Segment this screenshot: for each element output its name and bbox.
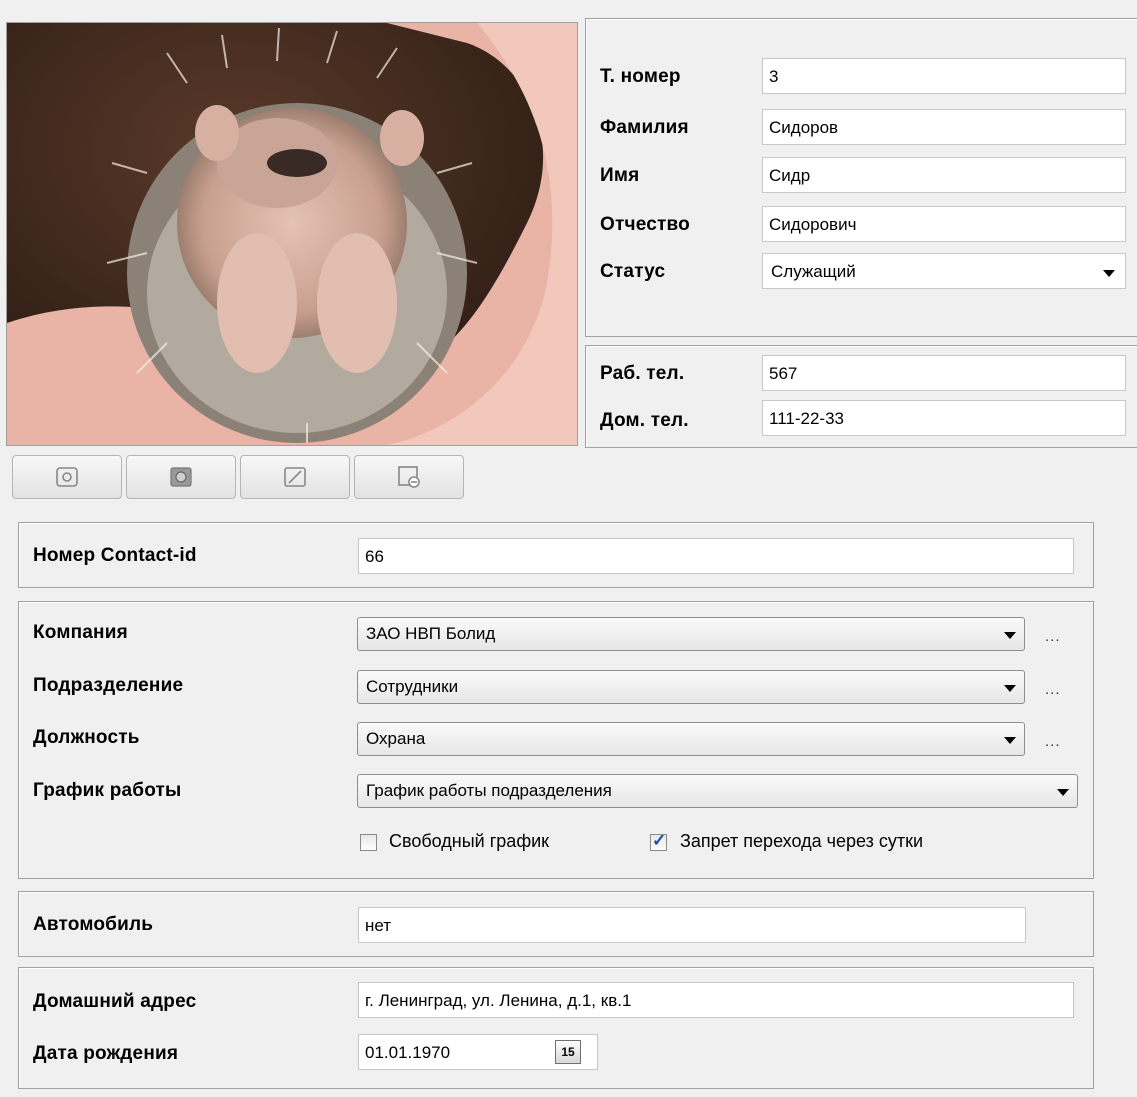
first-name-label: Имя [600,165,640,186]
department-label: Подразделение [33,675,184,696]
position-value: Охрана [366,729,426,748]
company-select[interactable]: ЗАО НВП Болид [357,617,1025,651]
contact-id-field[interactable]: 66 [358,538,1074,574]
department-select[interactable]: Сотрудники [357,670,1025,704]
home-phone-label: Дом. тел. [600,410,689,431]
car-field[interactable]: нет [358,907,1026,943]
chevron-down-icon [1057,789,1069,796]
schedule-select[interactable]: График работы подразделения [357,774,1078,808]
photo-clear-button[interactable] [354,455,464,499]
car-label: Автомобиль [33,914,154,935]
status-value: Служащий [771,262,856,281]
schedule-value: График работы подразделения [366,781,612,800]
chevron-down-icon [1103,270,1115,277]
status-label: Статус [600,261,666,282]
position-more-button[interactable]: ... [1045,733,1061,750]
patronymic-label: Отчество [600,214,690,235]
birth-date-value: 01.01.1970 [365,1043,451,1062]
calendar-icon[interactable]: 15 [555,1040,581,1064]
employee-photo [6,22,578,446]
photo-open-button[interactable] [12,455,122,499]
contact-id-label: Номер Contact-id [33,545,197,566]
company-value: ЗАО НВП Болид [366,624,496,643]
chevron-down-icon [1004,632,1016,639]
patronymic-field[interactable]: Сидорович [762,206,1126,242]
first-name-field[interactable]: Сидр [762,157,1126,193]
company-more-button[interactable]: ... [1045,628,1061,645]
home-phone-field[interactable]: 111-22-33 [762,400,1126,436]
tab-number-label: Т. номер [600,66,681,87]
home-address-label: Домашний адрес [33,991,197,1012]
photo-capture-icon [170,467,192,487]
tab-number-field[interactable]: 3 [762,58,1126,94]
position-label: Должность [33,727,140,748]
last-name-label: Фамилия [600,117,689,138]
department-value: Сотрудники [366,677,459,696]
photo-edit-icon [284,467,306,487]
work-phone-field[interactable]: 567 [762,355,1126,391]
work-phone-label: Раб. тел. [600,363,685,384]
no-overnight-label: Запрет перехода через сутки [680,831,924,851]
position-select[interactable]: Охрана [357,722,1025,756]
free-schedule-label: Свободный график [389,831,550,851]
birth-date-label: Дата рождения [33,1043,179,1064]
home-address-field[interactable]: г. Ленинград, ул. Ленина, д.1, кв.1 [358,982,1074,1018]
chevron-down-icon [1004,685,1016,692]
photo-open-icon [56,467,78,487]
photo-capture-button[interactable] [126,455,236,499]
company-label: Компания [33,622,128,643]
schedule-label: График работы [33,780,182,801]
department-more-button[interactable]: ... [1045,681,1061,698]
status-select[interactable]: Служащий [762,253,1126,289]
no-overnight-checkbox[interactable] [650,831,667,851]
free-schedule-checkbox[interactable] [360,834,377,851]
last-name-field[interactable]: Сидоров [762,109,1126,145]
chevron-down-icon [1004,737,1016,744]
photo-edit-button[interactable] [240,455,350,499]
photo-clear-icon [398,466,420,488]
